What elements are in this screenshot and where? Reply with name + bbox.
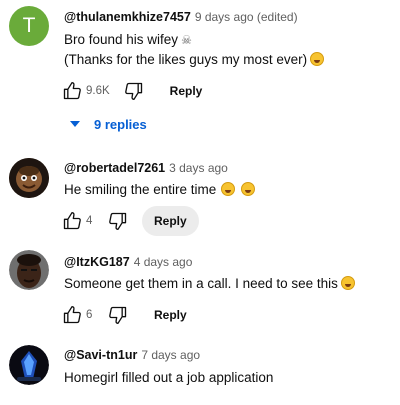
laughing-emoji (340, 276, 355, 290)
comment-meta[interactable]: 7 days ago (141, 348, 200, 362)
comment-header: @robertadel7261 3 days ago (64, 161, 228, 175)
comment-text: He smiling the entire time (64, 180, 256, 200)
avatar-image (9, 158, 49, 198)
comment-meta[interactable]: 4 days ago (134, 255, 193, 269)
like-count: 9.6K (86, 85, 110, 97)
comment-actions: 9.6K Reply (62, 76, 214, 106)
comment-author[interactable]: @thulanemkhize7457 (64, 10, 191, 24)
comment-text: Bro found his wifey ☠ (Thanks for the lik… (64, 30, 325, 70)
comment-header: @Savi-tn1ur 7 days ago (64, 348, 200, 362)
triangle-down-icon (70, 121, 80, 127)
comment-author[interactable]: @robertadel7261 (64, 161, 165, 175)
reply-button[interactable]: Reply (158, 76, 215, 106)
comment-text: Someone get them in a call. I need to se… (64, 274, 355, 294)
avatar[interactable] (9, 158, 49, 198)
reply-button[interactable]: Reply (142, 300, 199, 330)
thumbs-down-icon[interactable] (108, 211, 128, 231)
laughing-emoji (241, 182, 256, 196)
thumbs-up-icon[interactable] (62, 211, 82, 231)
comment-line: Someone get them in a call. I need to se… (64, 276, 338, 291)
laughing-emoji (221, 182, 236, 196)
comment-text: Homegirl filled out a job application (64, 368, 273, 388)
comment-actions: 6 Reply (62, 300, 199, 330)
view-replies-button[interactable]: 9 replies (70, 114, 147, 134)
comment-line: Bro found his wifey (64, 32, 179, 47)
thumbs-down-icon[interactable] (124, 81, 144, 101)
avatar[interactable] (9, 250, 49, 290)
like-count: 6 (86, 309, 93, 321)
comment-header: @thulanemkhize7457 9 days ago (edited) (64, 10, 298, 24)
thumbs-up-icon[interactable] (62, 305, 82, 325)
comment-meta[interactable]: 9 days ago (edited) (195, 10, 298, 24)
comment-author[interactable]: @ItzKG187 (64, 255, 130, 269)
comment-line: Homegirl filled out a job application (64, 370, 274, 385)
comment-line: He smiling the entire time (64, 182, 217, 197)
comment-header: @ItzKG187 4 days ago (64, 255, 192, 269)
avatar-image (9, 345, 49, 385)
thumbs-down-icon[interactable] (108, 305, 128, 325)
thumbs-up-icon[interactable] (62, 81, 82, 101)
laughing-emoji (310, 52, 325, 66)
replies-label: 9 replies (94, 116, 147, 132)
comment-line: (Thanks for the likes guys my most ever) (64, 52, 308, 67)
avatar-image (9, 250, 49, 290)
comment-author[interactable]: @Savi-tn1ur (64, 348, 137, 362)
skull-emoji: ☠ (181, 33, 192, 47)
comment-actions: 4 Reply (62, 206, 199, 236)
comment-meta[interactable]: 3 days ago (169, 161, 228, 175)
like-count: 4 (86, 215, 93, 227)
avatar[interactable]: T (9, 6, 49, 46)
avatar[interactable] (9, 345, 49, 385)
reply-button[interactable]: Reply (142, 206, 199, 236)
